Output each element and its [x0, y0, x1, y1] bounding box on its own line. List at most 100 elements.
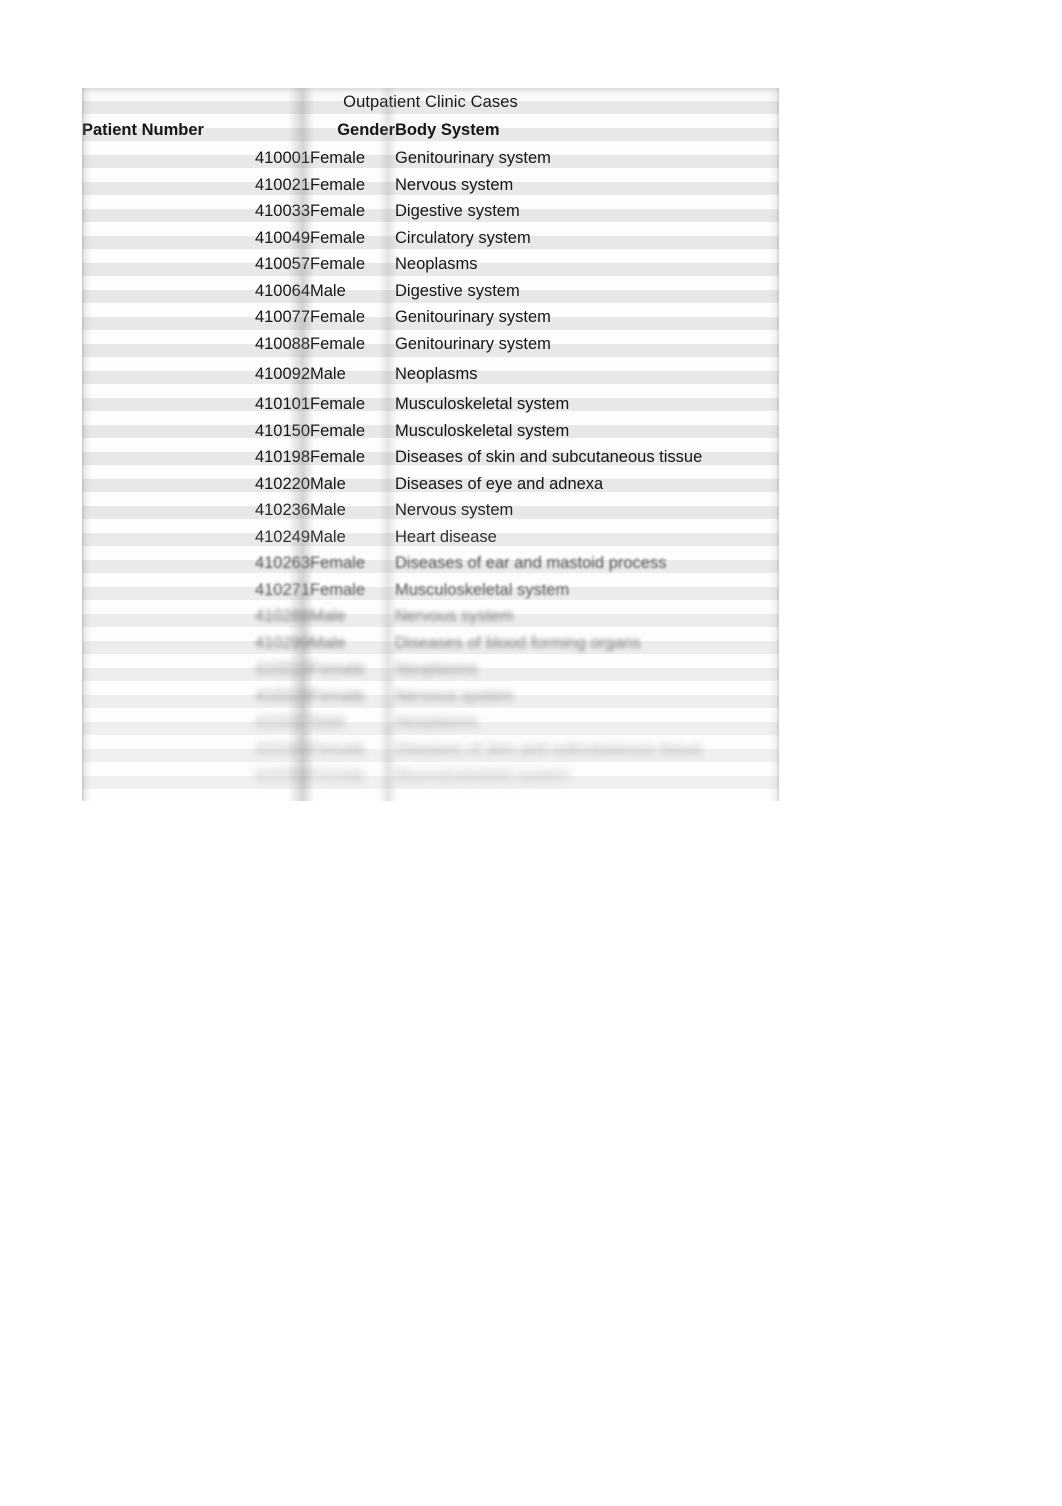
cell-gender[interactable]: Female — [310, 444, 395, 471]
cell-patient-number[interactable]: 410092 — [82, 357, 310, 391]
column-header-body-system[interactable]: Body System — [395, 116, 779, 145]
cell-body-system[interactable]: Diseases of blood forming organs — [395, 630, 779, 657]
table-row[interactable]: 410299 Male Diseases of blood forming orga… — [82, 630, 779, 657]
cell-body-system[interactable]: Genitourinary system — [395, 304, 779, 331]
cell-body-system[interactable]: Neoplasms — [395, 251, 779, 278]
cell-patient-number[interactable]: 410077 — [82, 304, 310, 331]
cell-gender[interactable]: Male — [310, 471, 395, 498]
cell-body-system[interactable]: Musculoskeletal system — [395, 577, 779, 604]
cell-gender[interactable]: Female — [310, 762, 395, 789]
table-row[interactable]: 410150 Female Musculoskeletal system — [82, 418, 779, 445]
cell-gender[interactable]: Male — [310, 603, 395, 630]
table-row[interactable]: 410358 Female Musculoskeletal system — [82, 762, 779, 789]
table-row[interactable]: 410088 Female Genitourinary system — [82, 331, 779, 358]
cell-gender[interactable]: Female — [310, 251, 395, 278]
table-row[interactable]: 410328 Female Nervous system — [82, 683, 779, 710]
cell-gender[interactable]: Male — [310, 630, 395, 657]
cell-body-system[interactable]: Digestive system — [395, 198, 779, 225]
cell-patient-number[interactable]: 410358 — [82, 762, 310, 789]
cell-body-system[interactable]: Musculoskeletal system — [395, 762, 779, 789]
cell-body-system[interactable]: Neoplasms — [395, 357, 779, 391]
table-row[interactable]: 410092 Male Neoplasms — [82, 357, 779, 391]
cell-body-system[interactable]: Musculoskeletal system — [395, 391, 779, 418]
table-row[interactable]: 410345 Female Diseases of skin and subcuta… — [82, 736, 779, 763]
cell-gender[interactable]: Female — [310, 172, 395, 199]
table-row[interactable]: 410220 Male Diseases of eye and adnexa — [82, 471, 779, 498]
cell-body-system[interactable]: Diseases of skin and subcutaneous tissue — [395, 736, 779, 763]
cell-gender[interactable]: Female — [310, 656, 395, 683]
cell-body-system[interactable]: Genitourinary system — [395, 145, 779, 172]
cell-gender[interactable]: Female — [310, 418, 395, 445]
cell-patient-number[interactable]: 410337 — [82, 709, 310, 736]
spreadsheet-sheet: Outpatient Clinic Cases Patient Number G… — [0, 0, 1062, 1506]
cell-gender[interactable]: Female — [310, 577, 395, 604]
cell-patient-number[interactable]: 410049 — [82, 225, 310, 252]
table-row[interactable]: 410064 Male Digestive system — [82, 278, 779, 305]
cell-body-system[interactable]: Neoplasms — [395, 709, 779, 736]
cell-patient-number[interactable]: 410236 — [82, 497, 310, 524]
table-row[interactable]: 410001 Female Genitourinary system — [82, 145, 779, 172]
cell-patient-number[interactable]: 410263 — [82, 550, 310, 577]
table-row[interactable]: 410249 Male Heart disease — [82, 524, 779, 551]
table-row[interactable]: 410236 Male Nervous system — [82, 497, 779, 524]
cell-gender[interactable]: Female — [310, 550, 395, 577]
cell-patient-number[interactable]: 410345 — [82, 736, 310, 763]
cell-patient-number[interactable]: 410220 — [82, 471, 310, 498]
cell-body-system[interactable]: Circulatory system — [395, 225, 779, 252]
cell-patient-number[interactable]: 410271 — [82, 577, 310, 604]
cell-body-system[interactable]: Diseases of ear and mastoid process — [395, 550, 779, 577]
cell-gender[interactable]: Female — [310, 225, 395, 252]
cell-body-system[interactable]: Diseases of eye and adnexa — [395, 471, 779, 498]
cell-gender[interactable]: Female — [310, 683, 395, 710]
cell-gender[interactable]: Female — [310, 391, 395, 418]
cell-patient-number[interactable]: 410001 — [82, 145, 310, 172]
table-row[interactable]: 410288 Male Nervous system — [82, 603, 779, 630]
cell-patient-number[interactable]: 410288 — [82, 603, 310, 630]
cell-body-system[interactable]: Digestive system — [395, 278, 779, 305]
cell-body-system[interactable]: Nervous system — [395, 497, 779, 524]
cell-body-system[interactable]: Neoplasms — [395, 656, 779, 683]
cell-patient-number[interactable]: 410088 — [82, 331, 310, 358]
table-row[interactable]: 410310 Female Neoplasms — [82, 656, 779, 683]
table-row[interactable]: 410021 Female Nervous system — [82, 172, 779, 199]
table-row[interactable]: 410198 Female Diseases of skin and subcuta… — [82, 444, 779, 471]
table-row[interactable]: 410077 Female Genitourinary system — [82, 304, 779, 331]
cell-gender[interactable]: Male — [310, 278, 395, 305]
cell-gender[interactable]: Female — [310, 736, 395, 763]
cell-patient-number[interactable]: 410064 — [82, 278, 310, 305]
cell-patient-number[interactable]: 410033 — [82, 198, 310, 225]
table-row[interactable]: 410271 Female Musculoskeletal system — [82, 577, 779, 604]
cell-patient-number[interactable]: 410021 — [82, 172, 310, 199]
table-row[interactable]: 410049 Female Circulatory system — [82, 225, 779, 252]
cell-patient-number[interactable]: 410299 — [82, 630, 310, 657]
cell-gender[interactable]: Female — [310, 304, 395, 331]
table-row[interactable]: 410101 Female Musculoskeletal system — [82, 391, 779, 418]
cell-gender[interactable]: Female — [310, 145, 395, 172]
cell-gender[interactable]: Female — [310, 331, 395, 358]
cell-gender[interactable]: Male — [310, 709, 395, 736]
cell-patient-number[interactable]: 410328 — [82, 683, 310, 710]
cell-body-system[interactable]: Diseases of skin and subcutaneous tissue — [395, 444, 779, 471]
cell-gender[interactable]: Male — [310, 497, 395, 524]
table-row[interactable]: 410263 Female Diseases of ear and mastoid … — [82, 550, 779, 577]
cell-gender[interactable]: Male — [310, 524, 395, 551]
cell-gender[interactable]: Male — [310, 357, 395, 391]
cell-patient-number[interactable]: 410101 — [82, 391, 310, 418]
cell-body-system[interactable]: Nervous system — [395, 172, 779, 199]
cell-body-system[interactable]: Nervous system — [395, 603, 779, 630]
column-header-patient-number[interactable]: Patient Number — [82, 116, 310, 145]
cell-body-system[interactable]: Musculoskeletal system — [395, 418, 779, 445]
cell-patient-number[interactable]: 410249 — [82, 524, 310, 551]
cell-body-system[interactable]: Heart disease — [395, 524, 779, 551]
cell-body-system[interactable]: Genitourinary system — [395, 331, 779, 358]
cell-patient-number[interactable]: 410150 — [82, 418, 310, 445]
cell-patient-number[interactable]: 410057 — [82, 251, 310, 278]
table-row[interactable]: 410033 Female Digestive system — [82, 198, 779, 225]
cell-gender[interactable]: Female — [310, 198, 395, 225]
cell-patient-number[interactable]: 410310 — [82, 656, 310, 683]
cell-patient-number[interactable]: 410198 — [82, 444, 310, 471]
table-row[interactable]: 410057 Female Neoplasms — [82, 251, 779, 278]
column-header-gender[interactable]: Gender — [310, 116, 395, 145]
cell-body-system[interactable]: Nervous system — [395, 683, 779, 710]
table-row[interactable]: 410337 Male Neoplasms — [82, 709, 779, 736]
